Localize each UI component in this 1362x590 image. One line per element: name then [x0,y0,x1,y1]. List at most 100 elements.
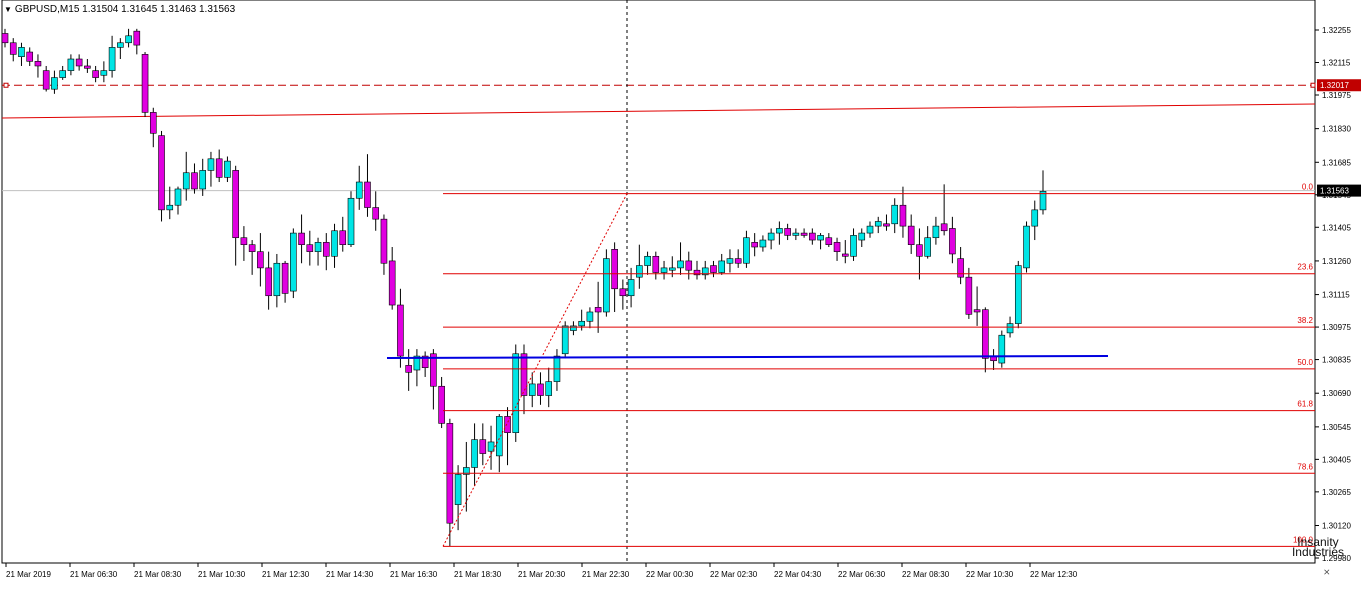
y-tick-label: 1.30690 [1322,389,1351,398]
y-tick-label: 1.30975 [1322,323,1351,332]
logo-line-2: Industries [1291,545,1344,559]
y-tick-label: 1.31405 [1322,223,1351,232]
candle-body [290,232,297,292]
candle-body [586,311,594,322]
x-tick-label: 22 Mar 08:30 [902,570,950,579]
candle-body [471,439,478,468]
candle-body [965,276,973,315]
candle-body [792,232,800,236]
candle-body [1014,265,1022,324]
candle-body [224,160,231,178]
x-tick-label: 21 Mar 08:30 [134,570,182,579]
y-tick-label: 1.30120 [1322,522,1351,531]
candle-body [874,221,882,227]
candle-body [281,262,289,294]
candle-body [298,232,305,245]
candle-body [652,255,660,273]
fib-level-label: 50.0 [1297,358,1313,367]
candle-body [833,242,841,252]
candle-body [84,65,91,69]
candle-body [454,474,462,505]
candle-body [603,258,610,313]
candle-body [149,112,157,134]
candle-body [973,309,981,313]
candle-body [240,237,248,245]
y-tick-label: 1.31830 [1322,125,1351,134]
y-tick-label: 1.31260 [1322,257,1351,266]
candle-body [891,204,899,225]
candle-body [34,61,42,67]
y-tick-label: 1.31115 [1322,291,1350,300]
candle-body [108,47,116,71]
candle-body [75,58,83,67]
candle-body [306,244,314,252]
candle-body [841,253,849,257]
candle-body [726,258,734,264]
chart: 1.32255 1.32115 1.31975 1.31830 1.31685 1.315… [0,0,1362,585]
x-tick-label: 21 Mar 06:30 [70,570,118,579]
candle-body [141,54,149,113]
candle-body [916,244,923,257]
candle-body [51,77,58,90]
candle-body [619,288,627,297]
candle-body [100,70,108,76]
x-tick-label: 21 Mar 22:30 [582,570,630,579]
candle-body [232,170,239,239]
chart-svg: 1.32255 1.32115 1.31975 1.31830 1.31685 1.315… [1,0,1361,579]
candle-body [1006,323,1014,334]
candle-body [438,385,445,424]
candle-body [133,30,141,46]
candle-body [495,416,503,457]
candle-body [677,260,684,269]
candle-body [594,307,602,313]
candle-body [784,228,791,236]
candle-body [611,249,618,290]
candle-body [528,383,536,396]
candle-body [776,228,783,234]
fib-level-label: 78.6 [1297,462,1313,471]
candle-body [158,135,165,211]
trendline [1,103,1316,119]
candle-body [710,265,717,273]
candle-body [1023,225,1030,269]
candle-body [273,262,281,297]
candle-body [191,172,198,190]
candle-body [751,242,758,248]
fib-level-label: 38.2 [1297,316,1313,325]
x-tick-label: 22 Mar 10:30 [966,570,1014,579]
ohlc-close: 1.31563 [198,4,236,15]
y-tick-label: 1.31975 [1322,91,1351,100]
candle-body [858,232,866,241]
candle-body [257,251,264,269]
candle-body [59,70,66,78]
candle-body [388,260,396,306]
candle-body [339,230,347,245]
candle-body [182,172,190,190]
alert-handle-left [3,82,9,88]
candle-body [512,353,520,433]
candle-body [734,258,742,264]
candle-body [207,158,215,171]
candle-body [668,267,676,271]
x-tick-label: 21 Mar 2019 [6,570,51,579]
candle-body [117,42,124,48]
x-tick-label: 21 Mar 12:30 [262,570,310,579]
candle-body [265,267,272,297]
candle-body [372,207,380,220]
candle-body [92,70,99,78]
x-tick-label: 21 Mar 10:30 [198,570,246,579]
fib-level-label: 61.8 [1297,400,1313,409]
candle-body [1031,209,1039,227]
candle-body [405,365,412,373]
candle-body [199,170,207,190]
y-tick-label: 1.30835 [1322,356,1351,365]
candle-body [504,416,511,433]
symbol-menu-icon[interactable]: ▼ [4,5,12,14]
candle-body [883,223,890,227]
candle-body [957,258,964,278]
candle-body [397,304,404,357]
watermark-logo: Insanity Industries [1291,536,1344,559]
candle-body [636,265,643,278]
x-tick-label: 22 Mar 00:30 [646,570,694,579]
candle-body [248,244,256,252]
